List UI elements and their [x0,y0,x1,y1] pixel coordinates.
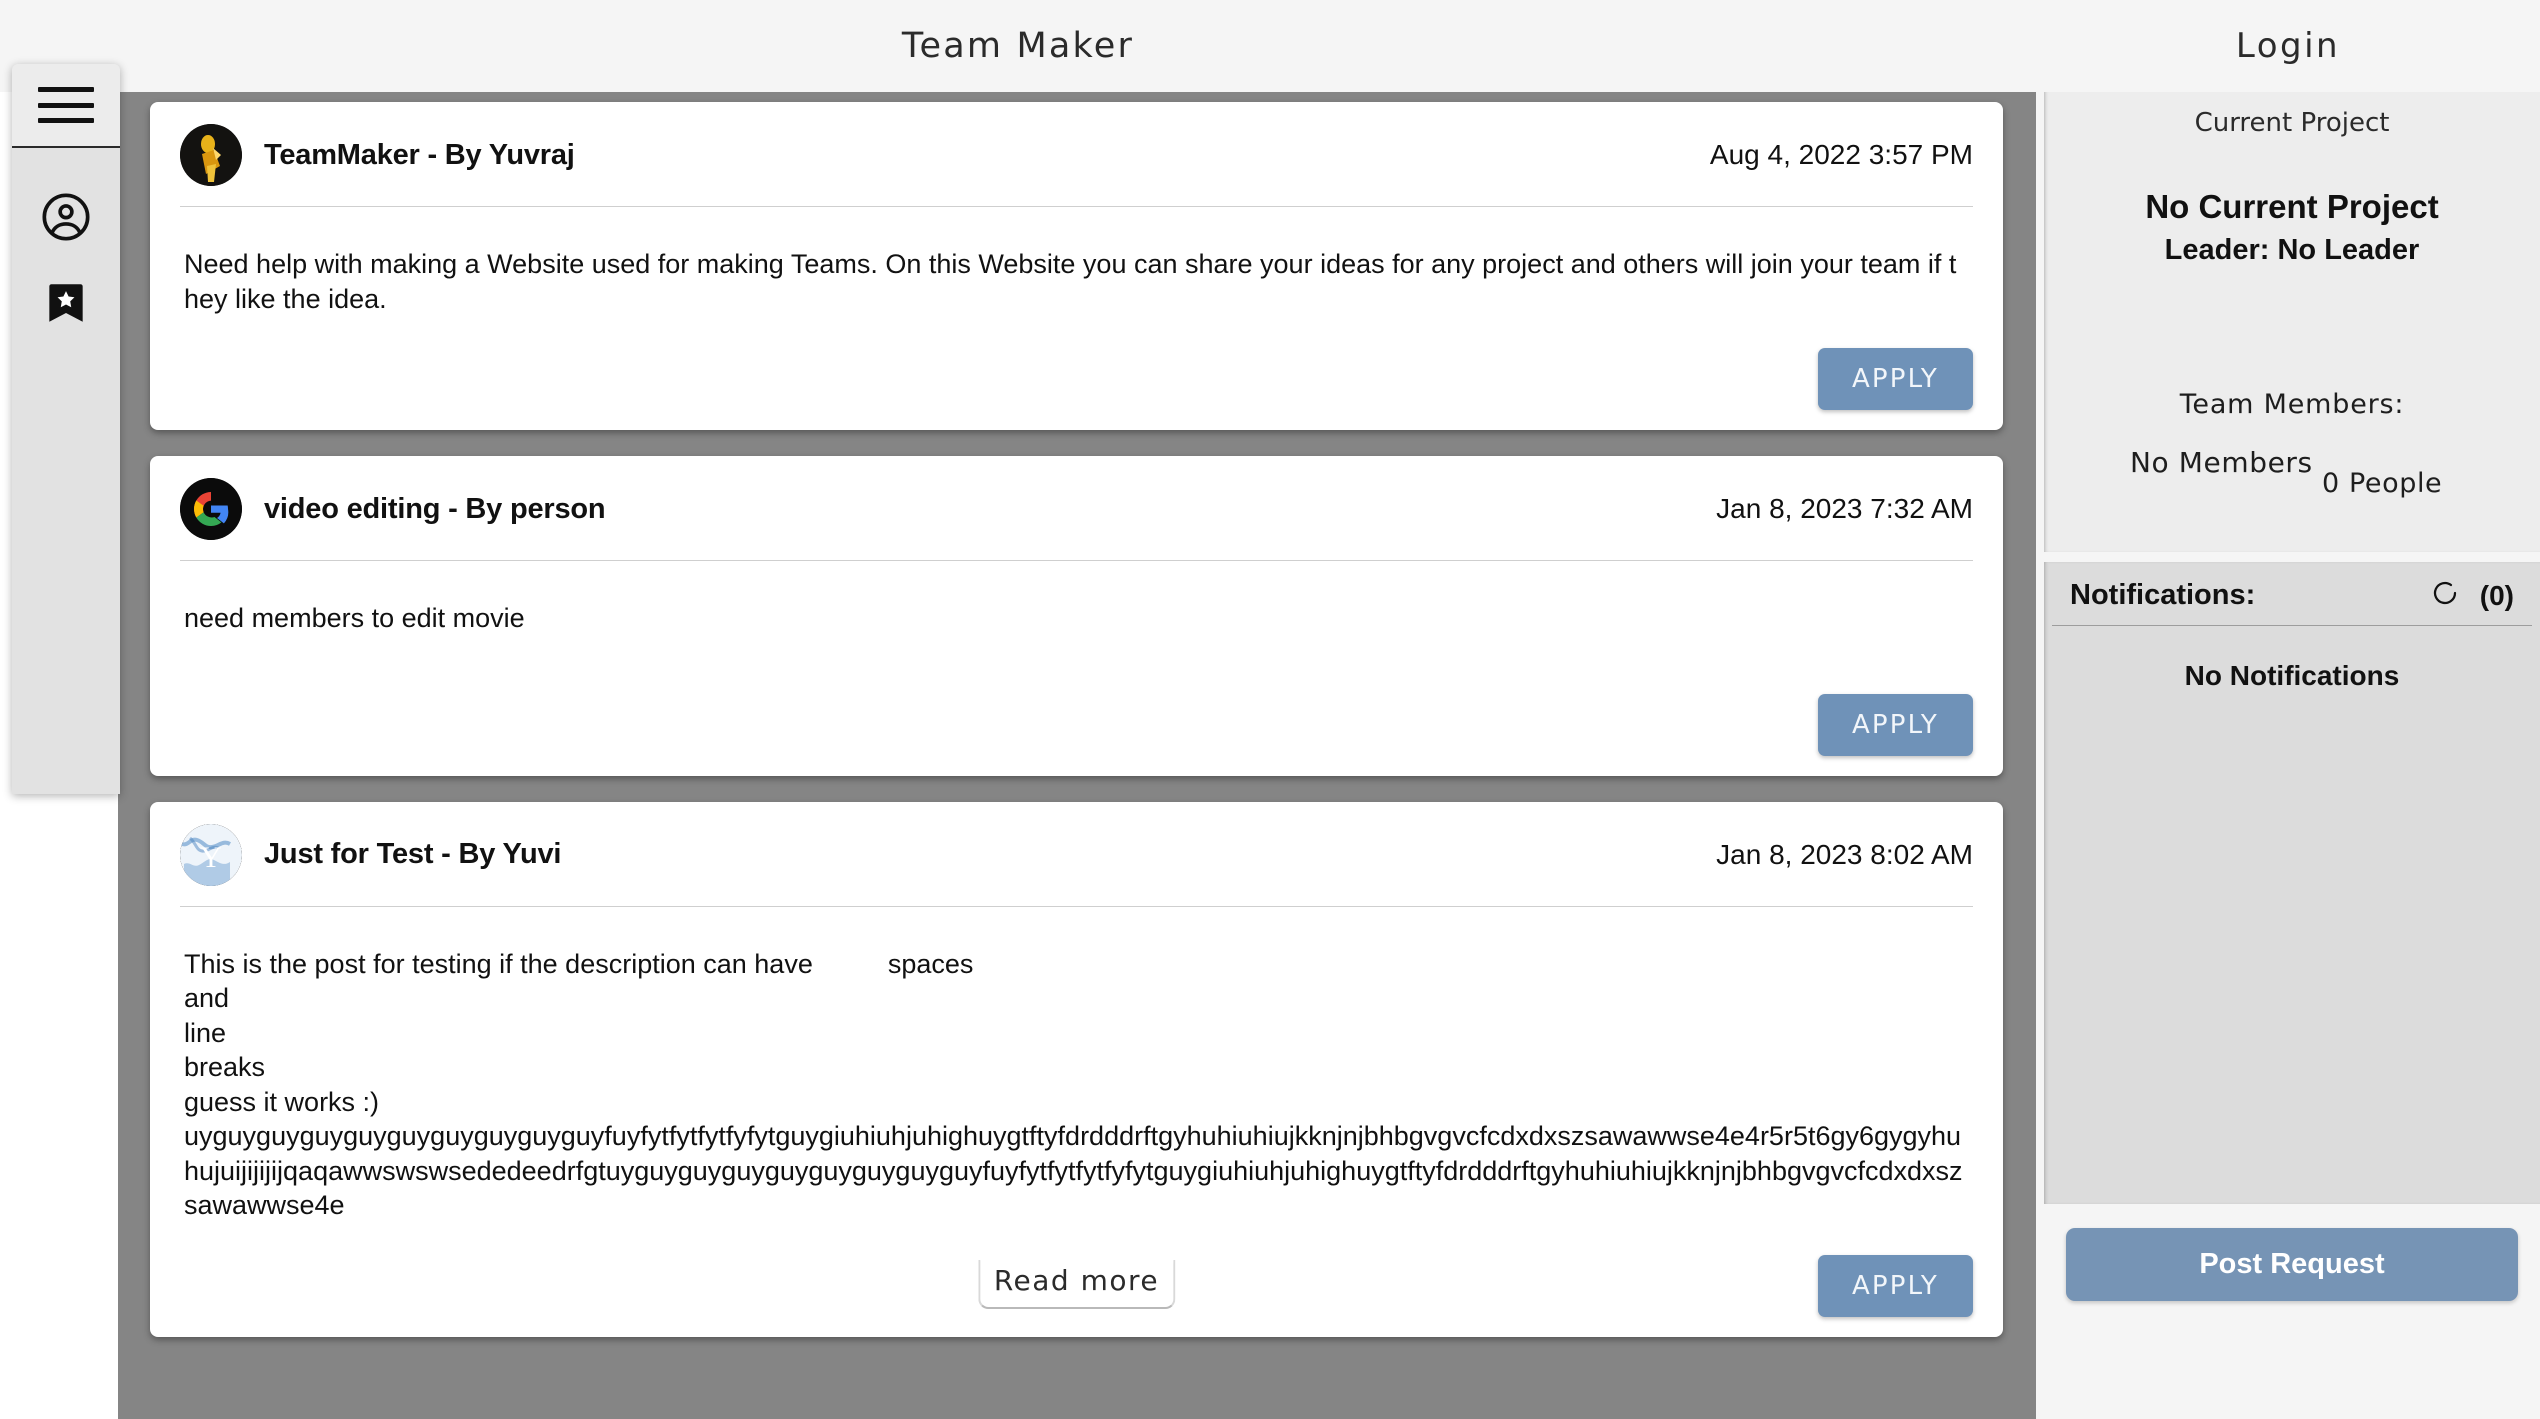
post-header: Y Just for Test - By Yuvi Jan 8, 2023 8:… [180,823,1973,907]
apply-button[interactable]: APPLY [1817,348,1973,411]
drawer-item-list [12,148,120,346]
refresh-icon[interactable] [2430,578,2460,613]
post-footer: Read more APPLY [180,1249,1973,1318]
post-date: Aug 4, 2022 3:57 PM [1709,139,1973,170]
team-members-row: No Members 0 People [2044,446,2540,516]
current-project-name: No Current Project [2145,188,2439,225]
post-body: need members to edit movie [184,603,525,634]
post-body: This is the post for testing if the desc… [184,948,1963,1221]
avatar [180,478,242,541]
sidebar-item-account[interactable] [12,174,120,260]
hamburger-menu-icon[interactable] [38,87,94,123]
notifications-empty: No Notifications [2184,660,2400,691]
post-card: Y Just for Test - By Yuvi Jan 8, 2023 8:… [150,801,2003,1338]
post-title: video editing - By person [264,492,606,525]
login-button[interactable]: Login [2036,0,2540,92]
notifications-header: Notifications: (0) [2052,562,2532,626]
current-project-label: Current Project [2194,108,2390,138]
post-request-button[interactable]: Post Request [2066,1228,2518,1301]
current-project-panel: Current Project No Current Project Leade… [2044,90,2540,552]
post-card: TeamMaker - By Yuvraj Aug 4, 2022 3:57 P… [150,102,2003,431]
drawer-header [12,64,120,148]
avatar [180,124,242,186]
team-members-empty: No Members [2130,446,2313,479]
left-nav-drawer [12,64,120,794]
feed-panel: TeamMaker - By Yuvraj Aug 4, 2022 3:57 P… [118,76,2036,1419]
current-project-leader: Leader: No Leader [2164,234,2420,266]
right-sidebar: Current Project No Current Project Leade… [2036,76,2540,1419]
avatar: Y [180,823,242,886]
svg-text:Y: Y [200,841,222,874]
post-header: video editing - By person Jan 8, 2023 7:… [180,478,1973,562]
bookmark-star-icon [41,278,91,328]
top-app-bar: Team Maker Login [0,0,2540,92]
team-members-label: Team Members: [2179,389,2405,420]
apply-button[interactable]: APPLY [1817,693,1973,756]
post-body: Need help with making a Website used for… [184,249,1957,314]
read-more-link[interactable]: Read more [977,1260,1176,1310]
notifications-count: (0) [2479,579,2514,611]
post-title: TeamMaker - By Yuvraj [264,138,575,171]
post-footer: APPLY [180,688,1973,756]
post-request-container: Post Request [2044,1204,2540,1301]
post-footer: APPLY [180,342,1973,411]
team-members-count: 0 People [2322,468,2443,499]
post-title: Just for Test - By Yuvi [264,838,562,871]
post-date: Jan 8, 2023 8:02 AM [1716,838,1973,870]
notifications-panel: Notifications: (0) No Notifications [2044,562,2540,1204]
feed-scroll-container[interactable]: TeamMaker - By Yuvraj Aug 4, 2022 3:57 P… [150,102,2003,1419]
apply-button[interactable]: APPLY [1817,1255,1973,1318]
post-card: video editing - By person Jan 8, 2023 7:… [150,456,2003,776]
notifications-title: Notifications: [2070,579,2256,611]
page-title: Team Maker [901,26,1135,66]
post-header: TeamMaker - By Yuvraj Aug 4, 2022 3:57 P… [180,124,1973,207]
post-date: Jan 8, 2023 7:32 AM [1716,493,1973,525]
sidebar-item-bookmarks[interactable] [12,260,120,346]
account-circle-icon [40,191,92,243]
